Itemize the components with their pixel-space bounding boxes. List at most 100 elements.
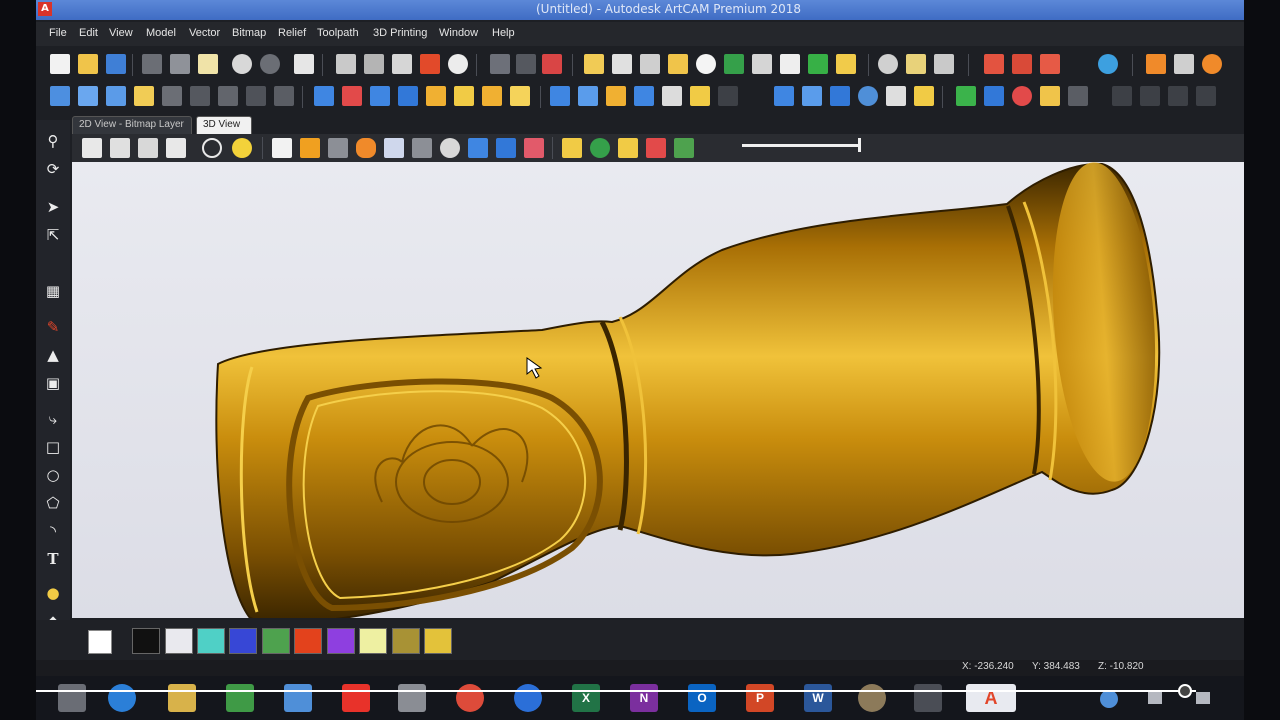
cut-icon[interactable] [142,54,162,74]
video-progress-handle[interactable] [1178,684,1192,698]
layer-blue-2-icon[interactable] [578,86,598,106]
redo-icon[interactable] [260,54,280,74]
layer-grey-icon[interactable] [718,86,738,106]
pen-icon[interactable]: ✎ [44,318,62,336]
vector-edit-icon[interactable] [640,54,660,74]
panel-4-icon[interactable] [1196,86,1216,106]
dropbox-icon[interactable] [284,684,312,712]
ring-icon[interactable] [1202,54,1222,74]
copy-icon[interactable] [170,54,190,74]
color-swatch[interactable] [327,628,355,654]
open-folder-icon[interactable] [78,54,98,74]
offset-icon[interactable] [724,54,744,74]
node-edit-icon[interactable]: ⇱ [44,226,62,244]
relief-tool-7-icon[interactable] [218,86,238,106]
primary-secondary-color-icon[interactable] [88,630,112,654]
curve-icon[interactable] [668,54,688,74]
gimp-icon[interactable] [858,684,886,712]
dots-grid-icon[interactable] [906,54,926,74]
blocks-icon[interactable] [328,138,348,158]
internet-explorer-icon[interactable] [108,684,136,712]
star-shape-icon[interactable] [468,138,488,158]
color-swatch[interactable] [392,628,420,654]
polygon-icon[interactable]: ⬠ [44,494,62,512]
notes-icon[interactable] [294,54,314,74]
plane-icon[interactable] [272,138,292,158]
layers-icon[interactable] [336,54,356,74]
menu-toolpath[interactable]: Toolpath [317,27,359,39]
color-swatch[interactable] [424,628,452,654]
menu-model[interactable]: Model [146,27,176,39]
mirror-icon[interactable] [1040,86,1060,106]
panel-1-icon[interactable] [1112,86,1132,106]
layer-white-icon[interactable] [662,86,682,106]
menu-vector[interactable]: Vector [189,27,220,39]
align-icon[interactable] [752,54,772,74]
relief-tool-2-icon[interactable] [78,86,98,106]
help-tray-icon[interactable] [1100,690,1118,708]
menu-3d-printing[interactable]: 3D Printing [373,27,427,39]
frame-icon[interactable] [780,54,800,74]
layer-yellow-icon[interactable] [690,86,710,106]
file-explorer-icon[interactable] [168,684,196,712]
star-node-icon[interactable] [696,54,716,74]
windows-start-icon[interactable] [58,684,86,712]
color-shade-icon[interactable] [590,138,610,158]
3d-viewport[interactable] [72,162,1244,618]
view-iso-icon[interactable] [82,138,102,158]
rainbow-icon[interactable] [674,138,694,158]
relief-tool-8-icon[interactable] [246,86,266,106]
measure-icon[interactable] [448,54,468,74]
color-swatch[interactable] [229,628,257,654]
material-icon[interactable] [384,138,404,158]
color-swatch[interactable] [262,628,290,654]
chrome-icon[interactable] [456,684,484,712]
cloud-icon[interactable] [398,684,426,712]
vector-select-icon[interactable] [612,54,632,74]
relief-tool-3-icon[interactable] [106,86,126,106]
store-icon[interactable] [226,684,254,712]
menu-help[interactable]: Help [492,27,515,39]
view-side-icon[interactable] [138,138,158,158]
shape-orange-2-icon[interactable] [482,86,502,106]
relief-tool-1-icon[interactable] [50,86,70,106]
media-icon[interactable] [342,684,370,712]
app-icon[interactable] [914,684,942,712]
cylinder-icon[interactable] [356,138,376,158]
undo-icon[interactable] [232,54,252,74]
layer-blue-1-icon[interactable] [550,86,570,106]
select-arrow-icon[interactable]: ➤ [44,198,62,216]
light-bulb-icon[interactable] [232,138,252,158]
bitmap-tool-1-icon[interactable] [490,54,510,74]
figure-icon[interactable] [984,86,1004,106]
arc-icon[interactable]: ◝ [44,522,62,540]
heart-relief-1-icon[interactable] [984,54,1004,74]
powerpoint-icon[interactable]: P [746,684,774,712]
menu-file[interactable]: File [49,27,67,39]
ccleaner-icon[interactable] [514,684,542,712]
color-swatch[interactable] [197,628,225,654]
rotate-view-icon[interactable]: ⟳ [44,160,62,178]
model-blue-1-icon[interactable] [774,86,794,106]
flag-icon[interactable] [420,54,440,74]
group-icon[interactable] [808,54,828,74]
tool-icon[interactable] [1174,54,1194,74]
flag-tray-icon[interactable] [1148,692,1162,704]
polyline-icon[interactable]: ⤷ [44,410,62,428]
prism-icon[interactable] [646,138,666,158]
word-icon[interactable]: W [804,684,832,712]
model-blue-3-icon[interactable] [830,86,850,106]
relief-shade-icon[interactable] [562,138,582,158]
shape-red-icon[interactable] [342,86,362,106]
tab-3d-view[interactable]: 3D View [196,116,252,134]
view-front-icon[interactable] [110,138,130,158]
layer-red-icon[interactable] [524,138,544,158]
zoom-icon[interactable] [202,138,222,158]
color-swatch[interactable] [165,628,193,654]
color-swatch[interactable] [132,628,160,654]
gear-relief-icon[interactable] [1012,86,1032,106]
zoom-tool-icon[interactable]: ⚲ [44,132,62,150]
split-view-icon[interactable] [364,54,384,74]
panel-2-icon[interactable] [1140,86,1160,106]
relief-tool-5-icon[interactable] [162,86,182,106]
